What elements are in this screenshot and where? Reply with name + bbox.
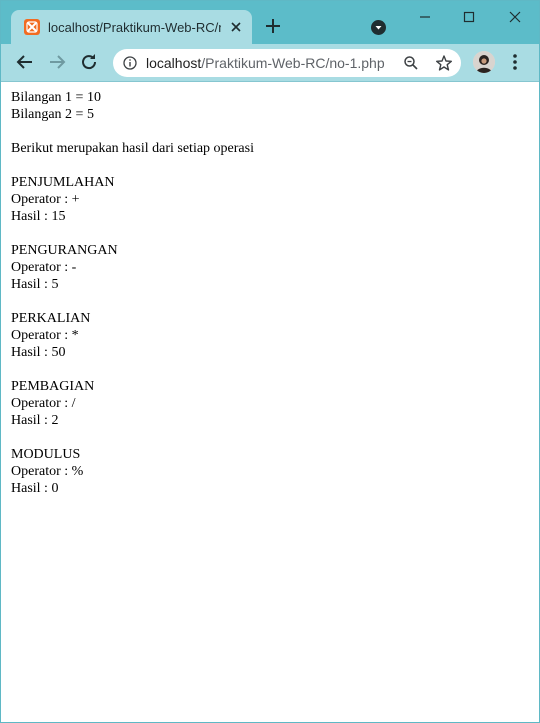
bilangan-1-text: Bilangan 1 = 10 [11, 90, 101, 105]
page-content: Bilangan 1 = 10 Bilangan 2 = 5 Berikut m… [11, 89, 531, 497]
address-bar[interactable]: localhost/Praktikum-Web-RC/no-1.php [113, 49, 461, 77]
back-arrow-icon[interactable] [13, 50, 37, 74]
operation-name: PEMBAGIAN [11, 379, 95, 394]
info-icon[interactable] [123, 56, 137, 70]
operation-result: Hasil : 0 [11, 481, 59, 496]
operation-result: Hasil : 15 [11, 209, 66, 224]
operation-operator: Operator : * [11, 328, 79, 343]
intro-text: Berikut merupakan hasil dari setiap oper… [11, 141, 254, 156]
bilangan-2-text: Bilangan 2 = 5 [11, 107, 94, 122]
operation-operator: Operator : % [11, 464, 84, 479]
tab-strip: localhost/Praktikum-Web-RC/no-1.php [1, 1, 539, 44]
operation-name: MODULUS [11, 447, 81, 462]
new-tab-icon[interactable] [263, 16, 283, 36]
xampp-favicon-icon [24, 19, 40, 35]
operation-operator: Operator : - [11, 260, 77, 275]
zoom-icon[interactable] [403, 55, 419, 71]
browser-window: localhost/Praktikum-Web-RC/no-1.php [0, 0, 540, 723]
window-close-icon[interactable] [493, 5, 537, 29]
reload-icon[interactable] [77, 50, 101, 74]
operation-name: PERKALIAN [11, 311, 91, 326]
operation-result: Hasil : 5 [11, 277, 59, 292]
url-text[interactable]: localhost/Praktikum-Web-RC/no-1.php [146, 54, 385, 72]
operation-operator: Operator : / [11, 396, 76, 411]
forward-arrow-icon[interactable] [45, 50, 69, 74]
operation-result: Hasil : 2 [11, 413, 59, 428]
operation-name: PENJUMLAHAN [11, 175, 115, 190]
operation-result: Hasil : 50 [11, 345, 66, 360]
profile-avatar[interactable] [473, 51, 495, 73]
minimize-icon[interactable] [403, 5, 447, 29]
maximize-icon[interactable] [447, 5, 491, 29]
tab-active[interactable]: localhost/Praktikum-Web-RC/no-1.php [11, 10, 252, 44]
browser-toolbar: localhost/Praktikum-Web-RC/no-1.php [1, 44, 539, 82]
url-path: /Praktikum-Web-RC/no-1.php [201, 55, 385, 71]
url-host: localhost [146, 55, 202, 71]
close-tab-icon[interactable] [227, 18, 245, 36]
operation-name: PENGURANGAN [11, 243, 118, 258]
tab-search-icon[interactable] [371, 20, 386, 35]
more-menu-icon[interactable] [506, 51, 524, 73]
bookmark-star-icon[interactable] [435, 54, 453, 72]
tab-title: localhost/Praktikum-Web-RC/no-1.php [48, 20, 221, 35]
operation-operator: Operator : + [11, 192, 80, 207]
